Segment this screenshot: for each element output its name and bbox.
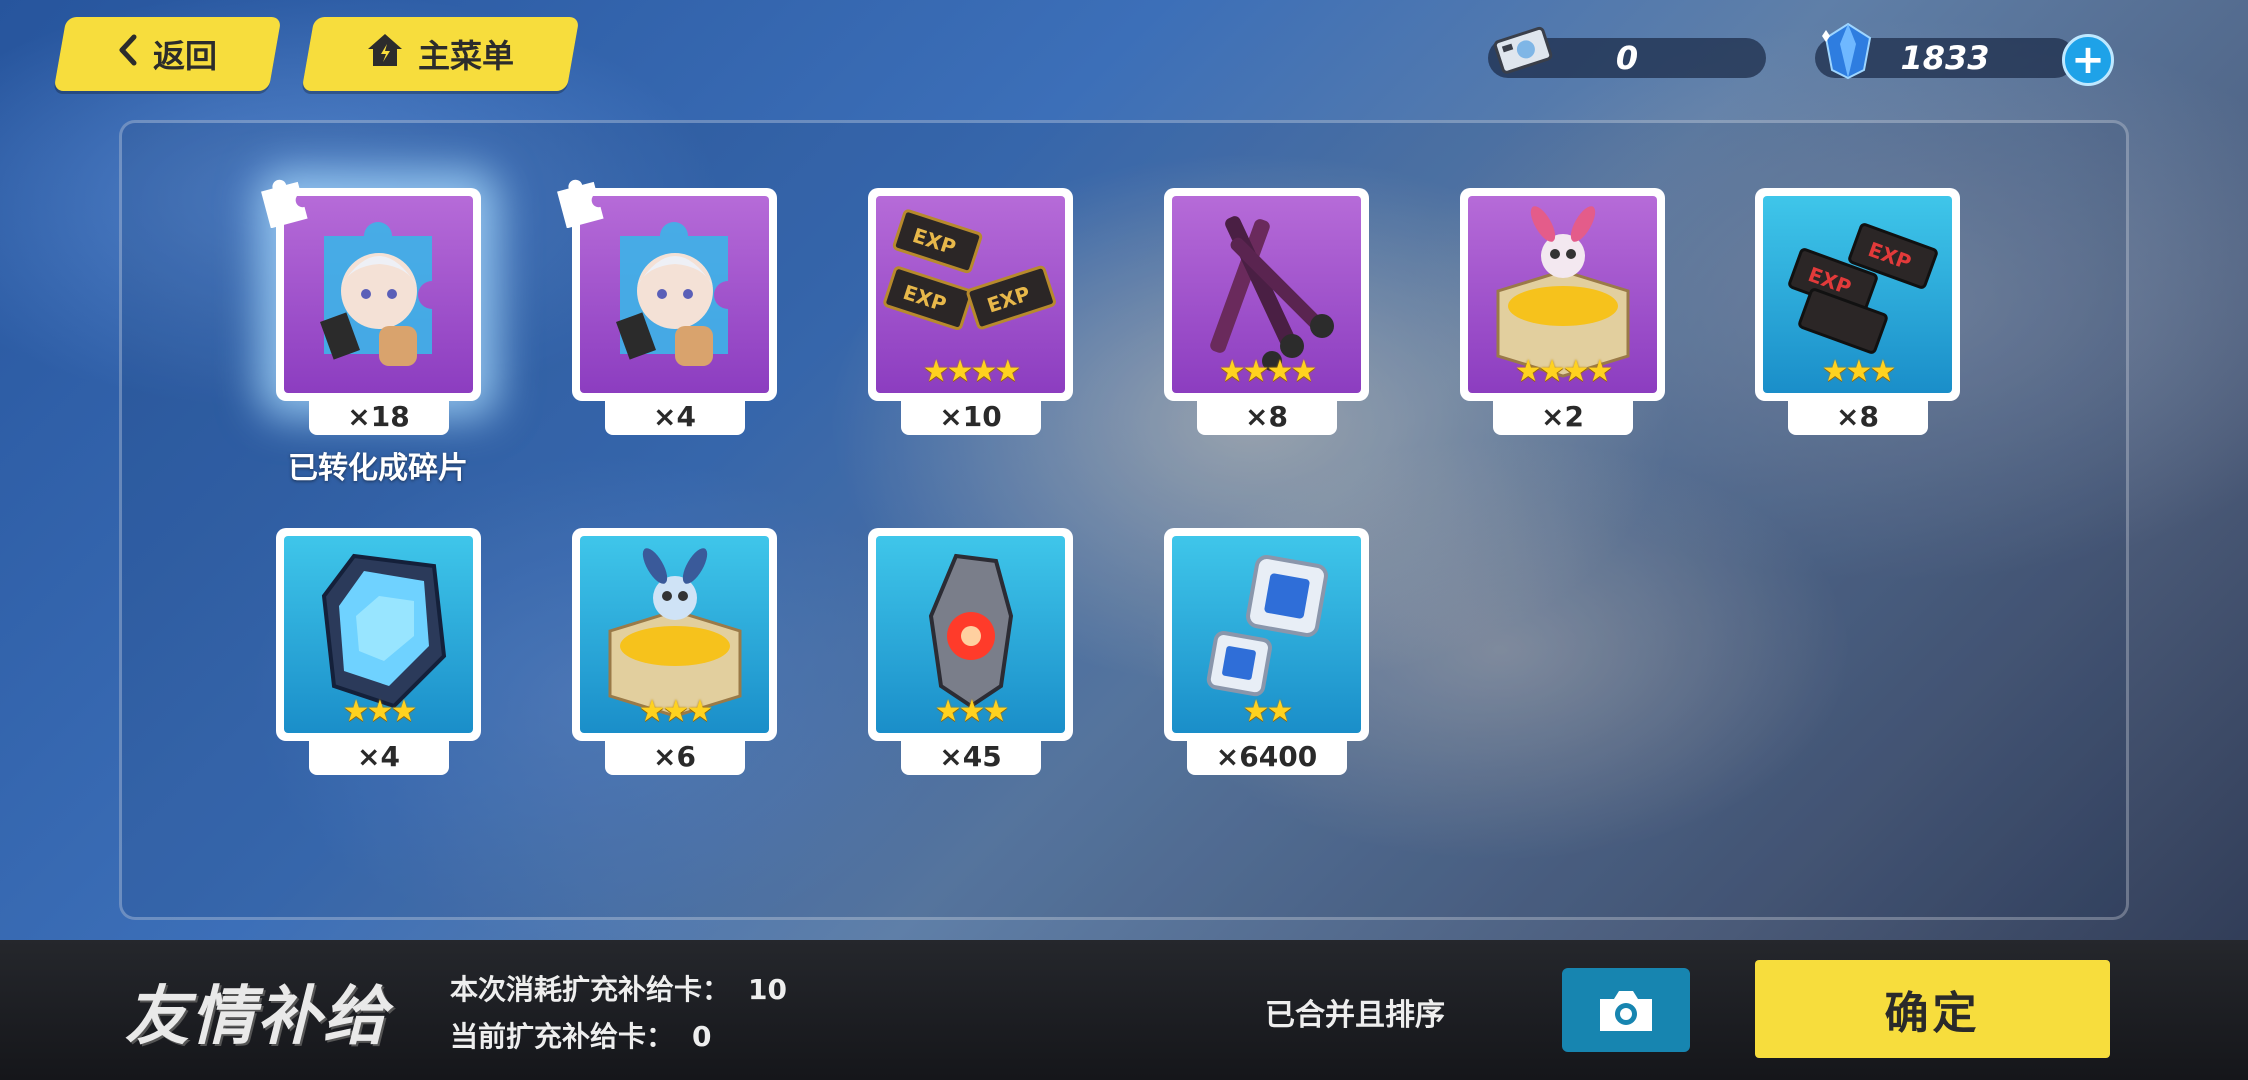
- crystal-count: 1833: [1900, 39, 1990, 77]
- reward-item-2[interactable]: ×4: [557, 179, 777, 435]
- reward-item-7[interactable]: ★★★ ×4: [276, 528, 481, 775]
- screenshot-button[interactable]: [1562, 968, 1690, 1052]
- reward-quantity: ×45: [900, 737, 1041, 775]
- reward-quantity: ×6400: [1186, 737, 1347, 775]
- current-value: 0: [692, 1020, 712, 1053]
- reward-quantity: ×8: [1787, 397, 1928, 435]
- home-icon: [366, 32, 404, 76]
- reward-quantity: ×4: [308, 737, 449, 775]
- rarity-stars: ★★★: [934, 694, 1010, 729]
- reward-quantity: ×10: [900, 397, 1041, 435]
- current-label: 当前扩充补给卡：: [450, 1020, 675, 1053]
- reward-quantity: ×18: [308, 397, 449, 435]
- rarity-stars: ★★★★: [1218, 354, 1318, 389]
- rarity-stars: ★★: [1242, 694, 1294, 729]
- confirm-button[interactable]: 确定: [1755, 960, 2110, 1058]
- supply-card-count: 0: [1615, 39, 1639, 77]
- back-label: 返回: [153, 37, 218, 75]
- plus-icon: +: [2071, 37, 2105, 83]
- rarity-stars: ★★★: [1821, 354, 1897, 389]
- reward-quantity: ×8: [1196, 397, 1337, 435]
- chevron-left-icon: [117, 34, 139, 74]
- current-info: 当前扩充补给卡： 0: [450, 1015, 712, 1055]
- supply-card-icon: [1492, 22, 1556, 82]
- reward-quantity: ×2: [1492, 397, 1633, 435]
- reward-item-10[interactable]: ★★ ×6400: [1164, 528, 1369, 775]
- rarity-stars: ★★★: [342, 694, 418, 729]
- reward-quantity: ×6: [604, 737, 745, 775]
- rarity-stars: ★★★★: [922, 354, 1022, 389]
- reward-item-6[interactable]: EXP EXP ★★★ ×8: [1755, 188, 1960, 435]
- sorted-label: 已合并且排序: [1265, 998, 1445, 1033]
- reward-item-9[interactable]: ★★★ ×45: [868, 528, 1073, 775]
- reward-quantity: ×4: [604, 397, 745, 435]
- puzzle-badge-icon: [557, 179, 604, 228]
- main-menu-button[interactable]: 主菜单: [301, 17, 580, 91]
- puzzle-badge-icon: [261, 179, 308, 228]
- rarity-stars: ★★★: [638, 694, 714, 729]
- consume-label: 本次消耗扩充补给卡：: [450, 973, 731, 1006]
- crystal-icon: [1818, 20, 1878, 86]
- converted-note: 已转化成碎片: [288, 451, 468, 486]
- rarity-stars: ★★★★: [1514, 354, 1614, 389]
- reward-item-4[interactable]: ★★★★ ×8: [1164, 188, 1369, 435]
- add-crystal-button[interactable]: +: [2062, 34, 2114, 86]
- consume-info: 本次消耗扩充补给卡： 10: [450, 968, 787, 1008]
- supply-title: 友情补给: [125, 980, 389, 1054]
- main-menu-label: 主菜单: [418, 37, 515, 75]
- reward-item-3[interactable]: EXP EXP EXP ★★★★ ×10: [868, 188, 1073, 435]
- consume-value: 10: [748, 973, 787, 1006]
- reward-item-1[interactable]: ×18 已转化成碎片: [261, 179, 481, 486]
- reward-item-8[interactable]: ★★★ ×6: [572, 528, 777, 775]
- reward-item-5[interactable]: ★★★★ ×2: [1460, 188, 1665, 435]
- back-button[interactable]: 返回: [53, 17, 282, 91]
- camera-icon: [1600, 991, 1652, 1031]
